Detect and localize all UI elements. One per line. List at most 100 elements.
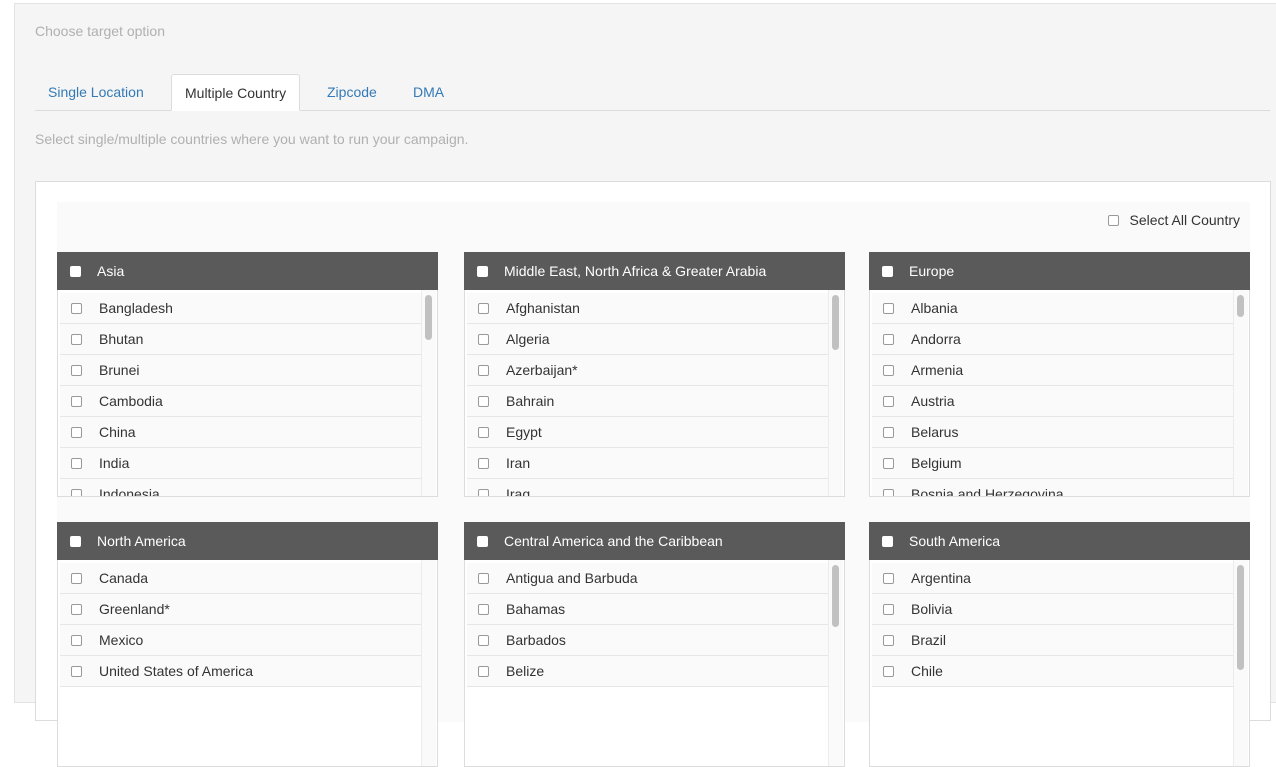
- region-header: Europe: [869, 252, 1250, 290]
- list-scrollbar[interactable]: [421, 560, 436, 766]
- country-checkbox[interactable]: [71, 426, 82, 438]
- select-all-checkbox[interactable]: [1107, 214, 1119, 226]
- country-checkbox[interactable]: [71, 572, 82, 584]
- country-checkbox[interactable]: [883, 488, 894, 496]
- country-checkbox[interactable]: [478, 333, 489, 345]
- list-item[interactable]: Indonesia: [60, 479, 421, 496]
- list-scrollbar[interactable]: [828, 560, 843, 766]
- country-checkbox[interactable]: [478, 665, 489, 677]
- region-middle-east-north-africa-greater-arabia: Middle East, North Africa & Greater Arab…: [464, 252, 845, 497]
- list-item[interactable]: Mexico: [60, 625, 421, 656]
- list-item[interactable]: Afghanistan: [467, 293, 828, 324]
- list-item[interactable]: Bahrain: [467, 386, 828, 417]
- list-item[interactable]: Egypt: [467, 417, 828, 448]
- list-item[interactable]: Iran: [467, 448, 828, 479]
- country-selection-area: Select All Country Asia Bangladesh Bhutan B…: [57, 202, 1250, 767]
- list-scrollbar[interactable]: [421, 290, 436, 496]
- country-checkbox[interactable]: [883, 333, 894, 345]
- list-scrollbar[interactable]: [1233, 560, 1248, 766]
- list-item[interactable]: Bahamas: [467, 594, 828, 625]
- country-checkbox[interactable]: [478, 364, 489, 376]
- country-checkbox[interactable]: [478, 395, 489, 407]
- scrollbar-thumb[interactable]: [832, 295, 839, 350]
- list-item[interactable]: Belize: [467, 656, 828, 687]
- region-checkbox[interactable]: [477, 265, 488, 277]
- country-checkbox[interactable]: [71, 457, 82, 469]
- country-checkbox[interactable]: [478, 426, 489, 438]
- country-checkbox[interactable]: [71, 395, 82, 407]
- country-checkbox[interactable]: [883, 457, 894, 469]
- scrollbar-thumb[interactable]: [1237, 295, 1244, 317]
- scrollbar-thumb[interactable]: [425, 295, 432, 340]
- country-checkbox[interactable]: [883, 572, 894, 584]
- country-checkbox[interactable]: [478, 572, 489, 584]
- country-checkbox[interactable]: [478, 302, 489, 314]
- list-item[interactable]: Belarus: [872, 417, 1233, 448]
- tab-zipcode[interactable]: Zipcode: [314, 74, 390, 110]
- country-checkbox[interactable]: [478, 634, 489, 646]
- country-checkbox[interactable]: [478, 488, 489, 496]
- country-checkbox[interactable]: [71, 634, 82, 646]
- list-item[interactable]: Bosnia and Herzegovina: [872, 479, 1233, 496]
- region-checkbox[interactable]: [70, 535, 81, 547]
- country-checkbox[interactable]: [71, 603, 82, 615]
- list-item[interactable]: Algeria: [467, 324, 828, 355]
- scrollbar-thumb[interactable]: [832, 565, 839, 627]
- scrollbar-thumb[interactable]: [1237, 565, 1244, 670]
- country-checkbox[interactable]: [71, 364, 82, 376]
- list-item[interactable]: Canada: [60, 563, 421, 594]
- country-checkbox[interactable]: [883, 395, 894, 407]
- list-scrollbar[interactable]: [828, 290, 843, 496]
- list-scrollbar[interactable]: [1233, 290, 1248, 496]
- select-all-country[interactable]: Select All Country: [1107, 212, 1240, 228]
- country-label: Antigua and Barbuda: [506, 570, 638, 586]
- list-item[interactable]: Greenland*: [60, 594, 421, 625]
- region-title: Asia: [97, 263, 125, 279]
- list-item[interactable]: Albania: [872, 293, 1233, 324]
- country-label: Austria: [911, 393, 955, 409]
- list-item[interactable]: Andorra: [872, 324, 1233, 355]
- country-checkbox[interactable]: [883, 364, 894, 376]
- list-item[interactable]: Bhutan: [60, 324, 421, 355]
- region-checkbox[interactable]: [882, 265, 893, 277]
- list-item[interactable]: Austria: [872, 386, 1233, 417]
- list-item[interactable]: Cambodia: [60, 386, 421, 417]
- country-checkbox[interactable]: [71, 333, 82, 345]
- country-checkbox[interactable]: [71, 665, 82, 677]
- region-checkbox[interactable]: [70, 265, 81, 277]
- country-checkbox[interactable]: [883, 426, 894, 438]
- region-checkbox[interactable]: [882, 535, 893, 547]
- country-checkbox[interactable]: [71, 488, 82, 496]
- country-checkbox[interactable]: [883, 634, 894, 646]
- region-header: North America: [57, 522, 438, 560]
- region-europe: Europe Albania Andorra Armenia Austria Belaru…: [869, 252, 1250, 497]
- list-item[interactable]: Brunei: [60, 355, 421, 386]
- country-checkbox[interactable]: [71, 302, 82, 314]
- country-checkbox[interactable]: [478, 457, 489, 469]
- country-list: Argentina Bolivia Brazil Chile: [872, 563, 1233, 687]
- list-item[interactable]: Argentina: [872, 563, 1233, 594]
- list-item[interactable]: China: [60, 417, 421, 448]
- list-item[interactable]: Antigua and Barbuda: [467, 563, 828, 594]
- list-item[interactable]: Belgium: [872, 448, 1233, 479]
- list-item[interactable]: India: [60, 448, 421, 479]
- list-item[interactable]: Barbados: [467, 625, 828, 656]
- country-checkbox[interactable]: [883, 665, 894, 677]
- country-checkbox[interactable]: [883, 302, 894, 314]
- region-checkbox[interactable]: [477, 535, 488, 547]
- country-label: Azerbaijan*: [506, 362, 578, 378]
- country-checkbox[interactable]: [883, 603, 894, 615]
- list-item[interactable]: Iraq: [467, 479, 828, 496]
- list-item[interactable]: United States of America: [60, 656, 421, 687]
- list-item[interactable]: Bolivia: [872, 594, 1233, 625]
- tab-single-location[interactable]: Single Location: [35, 74, 157, 110]
- list-item[interactable]: Bangladesh: [60, 293, 421, 324]
- tab-multiple-country[interactable]: Multiple Country: [171, 74, 301, 111]
- tab-dma[interactable]: DMA: [400, 74, 457, 110]
- country-checkbox[interactable]: [478, 603, 489, 615]
- list-item[interactable]: Azerbaijan*: [467, 355, 828, 386]
- region-header: Middle East, North Africa & Greater Arab…: [464, 252, 845, 290]
- list-item[interactable]: Chile: [872, 656, 1233, 687]
- list-item[interactable]: Brazil: [872, 625, 1233, 656]
- list-item[interactable]: Armenia: [872, 355, 1233, 386]
